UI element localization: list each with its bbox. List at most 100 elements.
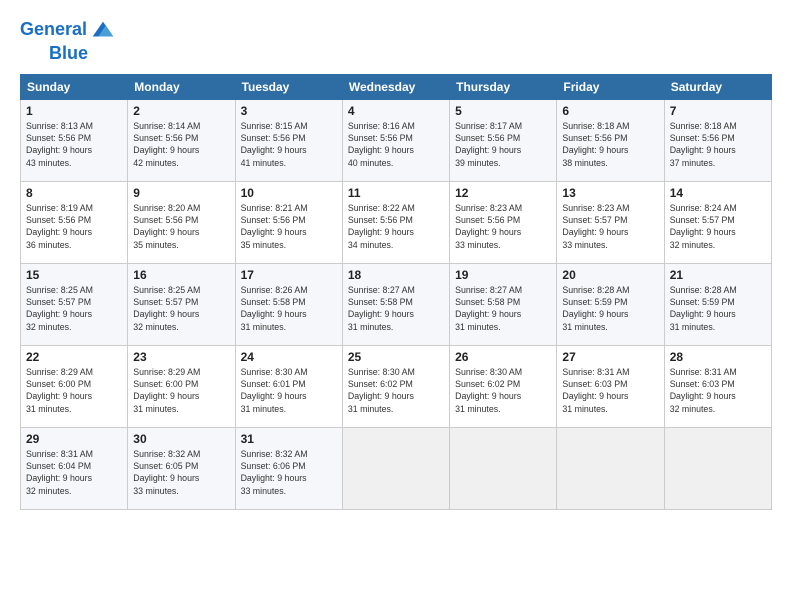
day-cell: 24Sunrise: 8:30 AMSunset: 6:01 PMDayligh… — [235, 345, 342, 427]
day-number: 7 — [670, 104, 766, 118]
weekday-header-friday: Friday — [557, 74, 664, 99]
day-number: 3 — [241, 104, 337, 118]
week-row-4: 22 Sunrise: 8:29 AMSunset: 6:00 PMDayligh… — [21, 345, 772, 427]
day-number: 9 — [133, 186, 229, 200]
day-info: Sunrise: 8:31 AMSunset: 6:03 PMDaylight:… — [670, 366, 766, 415]
day-number: 12 — [455, 186, 551, 200]
day-cell: 5 Sunrise: 8:17 AMSunset: 5:56 PMDaylight… — [450, 99, 557, 181]
day-cell: 4 Sunrise: 8:16 AMSunset: 5:56 PMDaylight… — [342, 99, 449, 181]
day-cell: 13Sunrise: 8:23 AMSunset: 5:57 PMDayligh… — [557, 181, 664, 263]
day-info: Sunrise: 8:16 AMSunset: 5:56 PMDaylight:… — [348, 120, 444, 169]
day-number: 15 — [26, 268, 122, 282]
day-info: Sunrise: 8:13 AMSunset: 5:56 PMDaylight:… — [26, 120, 122, 169]
logo-icon — [89, 16, 117, 44]
day-info: Sunrise: 8:28 AMSunset: 5:59 PMDaylight:… — [562, 284, 658, 333]
day-cell: 21 Sunrise: 8:28 AMSunset: 5:59 PMDayligh… — [664, 263, 771, 345]
day-number: 11 — [348, 186, 444, 200]
day-info: Sunrise: 8:28 AMSunset: 5:59 PMDaylight:… — [670, 284, 766, 333]
day-cell — [557, 427, 664, 509]
day-number: 8 — [26, 186, 122, 200]
weekday-header-row: SundayMondayTuesdayWednesdayThursdayFrid… — [21, 74, 772, 99]
day-cell: 8Sunrise: 8:19 AMSunset: 5:56 PMDaylight… — [21, 181, 128, 263]
day-info: Sunrise: 8:30 AMSunset: 6:02 PMDaylight:… — [455, 366, 551, 415]
day-info: Sunrise: 8:29 AMSunset: 6:00 PMDaylight:… — [26, 366, 122, 415]
day-cell: 29 Sunrise: 8:31 AMSunset: 6:04 PMDayligh… — [21, 427, 128, 509]
day-info: Sunrise: 8:20 AMSunset: 5:56 PMDaylight:… — [133, 202, 229, 251]
day-info: Sunrise: 8:32 AMSunset: 6:05 PMDaylight:… — [133, 448, 229, 497]
day-cell: 16 Sunrise: 8:25 AMSunset: 5:57 PMDayligh… — [128, 263, 235, 345]
week-row-1: 1 Sunrise: 8:13 AMSunset: 5:56 PMDaylight… — [21, 99, 772, 181]
day-cell: 15 Sunrise: 8:25 AMSunset: 5:57 PMDayligh… — [21, 263, 128, 345]
day-number: 17 — [241, 268, 337, 282]
day-cell: 26 Sunrise: 8:30 AMSunset: 6:02 PMDayligh… — [450, 345, 557, 427]
day-cell: 1 Sunrise: 8:13 AMSunset: 5:56 PMDaylight… — [21, 99, 128, 181]
day-info: Sunrise: 8:18 AMSunset: 5:56 PMDaylight:… — [670, 120, 766, 169]
day-cell: 30 Sunrise: 8:32 AMSunset: 6:05 PMDayligh… — [128, 427, 235, 509]
day-number: 21 — [670, 268, 766, 282]
day-info: Sunrise: 8:27 AMSunset: 5:58 PMDaylight:… — [348, 284, 444, 333]
day-number: 20 — [562, 268, 658, 282]
day-cell — [342, 427, 449, 509]
logo-text: General — [20, 20, 87, 40]
weekday-header-saturday: Saturday — [664, 74, 771, 99]
day-number: 27 — [562, 350, 658, 364]
calendar: SundayMondayTuesdayWednesdayThursdayFrid… — [20, 74, 772, 510]
day-number: 29 — [26, 432, 122, 446]
day-number: 10 — [241, 186, 337, 200]
day-cell: 14Sunrise: 8:24 AMSunset: 5:57 PMDayligh… — [664, 181, 771, 263]
day-number: 26 — [455, 350, 551, 364]
day-cell: 17Sunrise: 8:26 AMSunset: 5:58 PMDayligh… — [235, 263, 342, 345]
day-number: 5 — [455, 104, 551, 118]
day-cell: 20 Sunrise: 8:28 AMSunset: 5:59 PMDayligh… — [557, 263, 664, 345]
day-number: 6 — [562, 104, 658, 118]
day-number: 28 — [670, 350, 766, 364]
day-number: 19 — [455, 268, 551, 282]
day-number: 30 — [133, 432, 229, 446]
day-number: 22 — [26, 350, 122, 364]
day-cell: 12 Sunrise: 8:23 AMSunset: 5:56 PMDayligh… — [450, 181, 557, 263]
day-cell: 19 Sunrise: 8:27 AMSunset: 5:58 PMDayligh… — [450, 263, 557, 345]
day-info: Sunrise: 8:27 AMSunset: 5:58 PMDaylight:… — [455, 284, 551, 333]
weekday-header-monday: Monday — [128, 74, 235, 99]
header: General Blue — [20, 16, 772, 64]
day-number: 16 — [133, 268, 229, 282]
logo: General Blue — [20, 16, 117, 64]
day-cell: 31 Sunrise: 8:32 AMSunset: 6:06 PMDayligh… — [235, 427, 342, 509]
day-info: Sunrise: 8:25 AMSunset: 5:57 PMDaylight:… — [26, 284, 122, 333]
day-number: 4 — [348, 104, 444, 118]
day-info: Sunrise: 8:21 AMSunset: 5:56 PMDaylight:… — [241, 202, 337, 251]
day-number: 14 — [670, 186, 766, 200]
weekday-header-wednesday: Wednesday — [342, 74, 449, 99]
day-info: Sunrise: 8:30 AMSunset: 6:02 PMDaylight:… — [348, 366, 444, 415]
calendar-body: 1 Sunrise: 8:13 AMSunset: 5:56 PMDaylight… — [21, 99, 772, 509]
week-row-2: 8Sunrise: 8:19 AMSunset: 5:56 PMDaylight… — [21, 181, 772, 263]
day-info: Sunrise: 8:18 AMSunset: 5:56 PMDaylight:… — [562, 120, 658, 169]
day-cell: 22 Sunrise: 8:29 AMSunset: 6:00 PMDayligh… — [21, 345, 128, 427]
day-cell: 6 Sunrise: 8:18 AMSunset: 5:56 PMDaylight… — [557, 99, 664, 181]
day-cell: 11 Sunrise: 8:22 AMSunset: 5:56 PMDayligh… — [342, 181, 449, 263]
day-number: 31 — [241, 432, 337, 446]
day-info: Sunrise: 8:25 AMSunset: 5:57 PMDaylight:… — [133, 284, 229, 333]
day-cell: 25 Sunrise: 8:30 AMSunset: 6:02 PMDayligh… — [342, 345, 449, 427]
day-info: Sunrise: 8:31 AMSunset: 6:04 PMDaylight:… — [26, 448, 122, 497]
day-number: 23 — [133, 350, 229, 364]
day-cell: 27 Sunrise: 8:31 AMSunset: 6:03 PMDayligh… — [557, 345, 664, 427]
day-number: 1 — [26, 104, 122, 118]
day-info: Sunrise: 8:31 AMSunset: 6:03 PMDaylight:… — [562, 366, 658, 415]
day-number: 25 — [348, 350, 444, 364]
weekday-header-tuesday: Tuesday — [235, 74, 342, 99]
day-info: Sunrise: 8:15 AMSunset: 5:56 PMDaylight:… — [241, 120, 337, 169]
day-info: Sunrise: 8:32 AMSunset: 6:06 PMDaylight:… — [241, 448, 337, 497]
day-cell: 9 Sunrise: 8:20 AMSunset: 5:56 PMDaylight… — [128, 181, 235, 263]
day-info: Sunrise: 8:23 AMSunset: 5:56 PMDaylight:… — [455, 202, 551, 251]
week-row-3: 15 Sunrise: 8:25 AMSunset: 5:57 PMDayligh… — [21, 263, 772, 345]
day-cell: 3 Sunrise: 8:15 AMSunset: 5:56 PMDaylight… — [235, 99, 342, 181]
day-cell: 2Sunrise: 8:14 AMSunset: 5:56 PMDaylight… — [128, 99, 235, 181]
page: General Blue SundayMondayTuesdayWednesda… — [0, 0, 792, 612]
day-info: Sunrise: 8:14 AMSunset: 5:56 PMDaylight:… — [133, 120, 229, 169]
day-info: Sunrise: 8:22 AMSunset: 5:56 PMDaylight:… — [348, 202, 444, 251]
week-row-5: 29 Sunrise: 8:31 AMSunset: 6:04 PMDayligh… — [21, 427, 772, 509]
day-info: Sunrise: 8:17 AMSunset: 5:56 PMDaylight:… — [455, 120, 551, 169]
day-number: 13 — [562, 186, 658, 200]
day-cell: 7 Sunrise: 8:18 AMSunset: 5:56 PMDaylight… — [664, 99, 771, 181]
